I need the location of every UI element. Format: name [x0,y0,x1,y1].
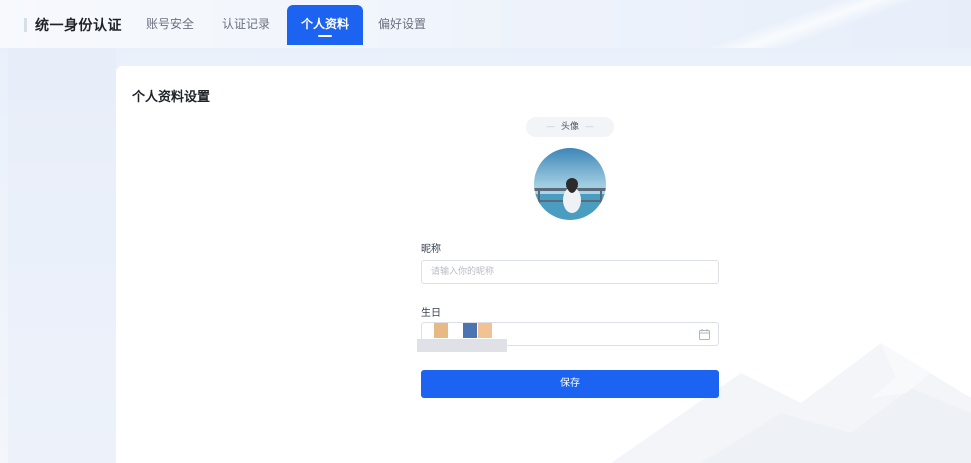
tab-profile-label: 个人资料 [300,17,349,31]
page-title: 个人资料设置 [132,90,211,105]
avatar-image [534,148,606,220]
save-button[interactable]: 保存 [421,370,719,398]
profile-card: 个人资料设置 — 头像 — 昵称 生日 [116,66,971,463]
calendar-icon[interactable] [699,329,710,340]
brand: 统一身份认证 [24,14,122,36]
birthday-value-redacted [417,339,507,352]
brand-title: 统一身份认证 [35,18,122,34]
tab-profile[interactable]: 个人资料 [287,5,363,45]
birthday-value-swatch [463,323,477,338]
birthday-value-swatch [434,323,448,338]
avatar-section-label: — 头像 — [526,117,614,137]
active-tab-indicator [318,35,332,37]
avatar[interactable] [534,148,606,220]
right-dash: — [584,122,594,132]
avatar-label: 头像 [560,122,579,132]
birthday-label: 生日 [421,308,441,319]
tab-account-security[interactable]: 账号安全 [146,14,194,34]
left-dash: — [546,122,556,132]
birthday-value-swatch [478,323,492,338]
nickname-input[interactable] [421,260,719,284]
top-navigation: 统一身份认证 账号安全 认证记录 个人资料 偏好设置 [0,0,971,48]
tab-auth-records[interactable]: 认证记录 [222,14,270,34]
left-panel [8,48,116,463]
brand-divider [24,18,27,32]
header-decoration [681,0,941,48]
nickname-label: 昵称 [421,244,441,255]
tab-preferences[interactable]: 偏好设置 [378,14,426,34]
